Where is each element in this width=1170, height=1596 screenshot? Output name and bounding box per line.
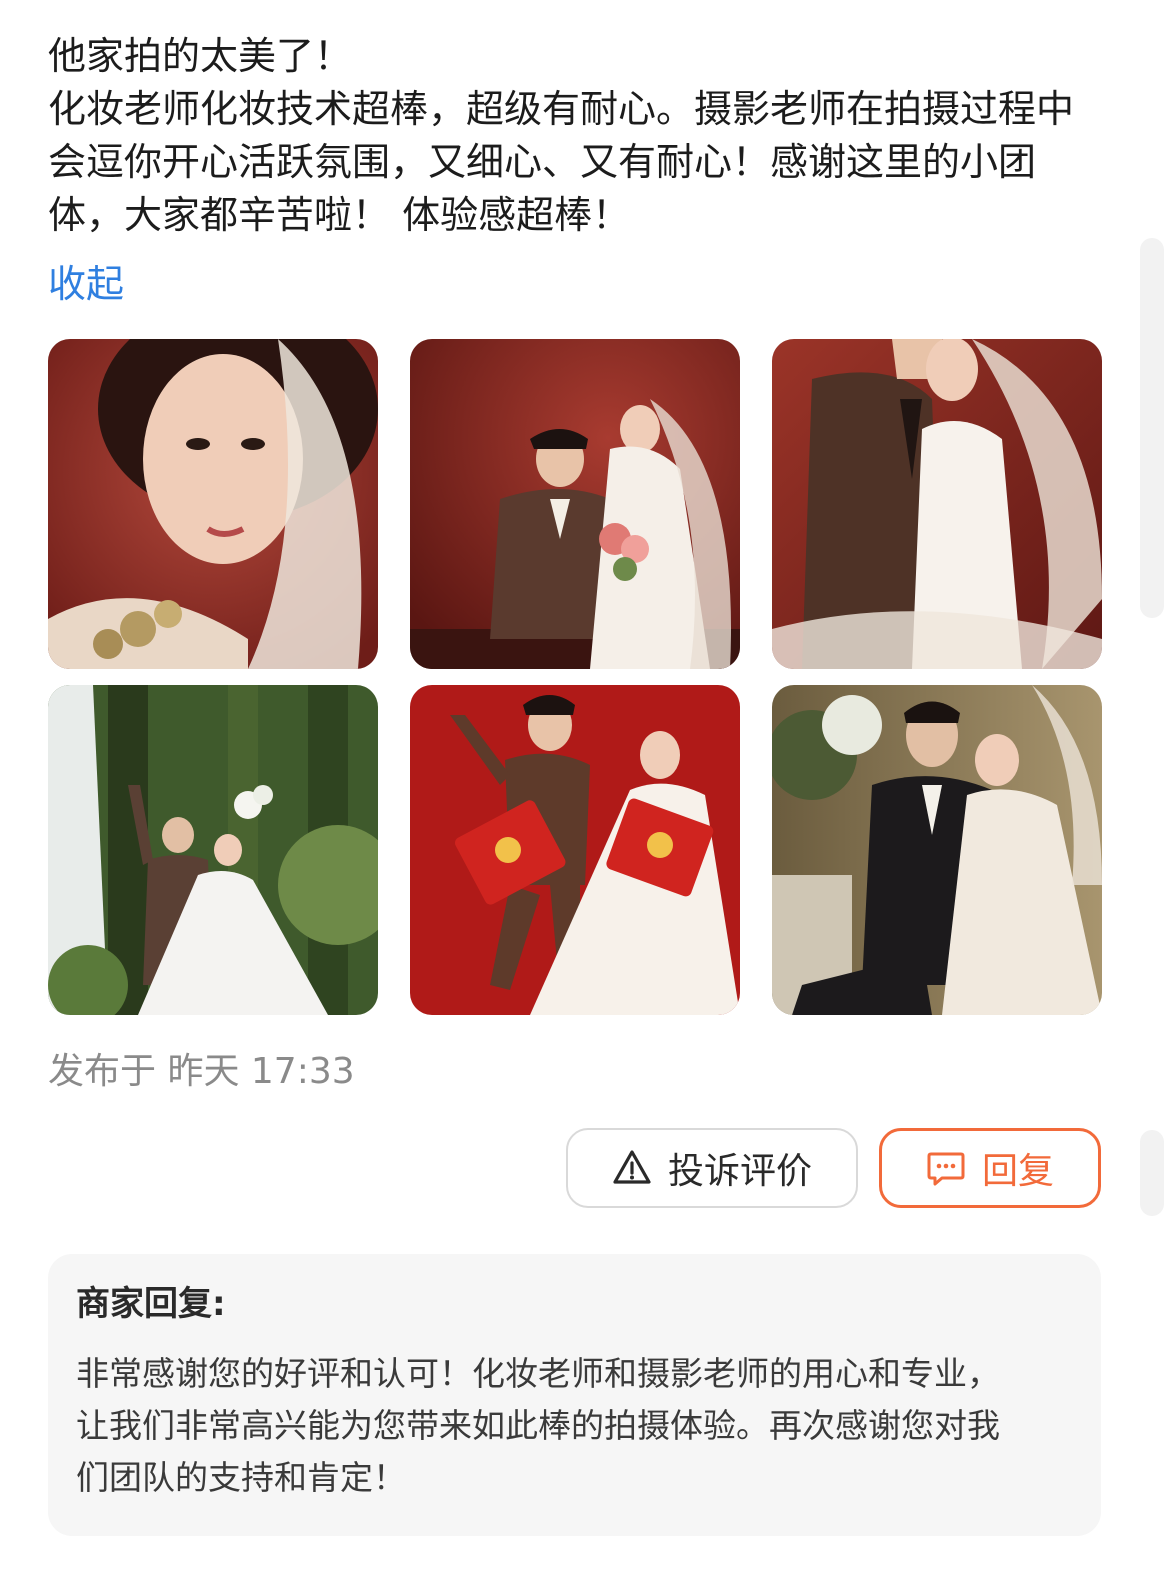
merchant-reply-line: 们团队的支持和肯定！	[76, 1458, 406, 1497]
review-content: 他家拍的太美了！ 化妆老师化妆技术超棒，超级有耐心。摄影老师在拍摄过程中 会逗你…	[48, 30, 1118, 242]
chat-bubble-icon	[927, 1152, 965, 1186]
reply-button-label: 回复	[981, 1151, 1054, 1192]
bride-portrait-image	[48, 339, 378, 669]
merchant-reply-box: 商家回复: 非常感谢您的好评和认可！化妆老师和摄影老师的用心和专业， 让我们非常…	[48, 1254, 1101, 1536]
report-review-button[interactable]: 投诉评价	[566, 1128, 858, 1208]
couple-forest-image	[48, 685, 378, 1015]
merchant-reply-line: 让我们非常高兴能为您带来如此棒的拍摄体验。再次感谢您对我	[76, 1406, 1000, 1445]
review-line: 会逗你开心活跃氛围，又细心、又有耐心！感谢这里的小团	[48, 140, 1037, 184]
merchant-reply-title: 商家回复:	[76, 1284, 226, 1324]
couple-seated-image	[410, 339, 740, 669]
review-photo-4[interactable]	[48, 685, 378, 1015]
review-line: 体，大家都辛苦啦！ 体验感超棒！	[48, 193, 631, 237]
couple-embrace-image	[772, 339, 1102, 669]
publish-time: 发布于 昨天 17:33	[48, 1051, 355, 1092]
photo-grid	[48, 339, 1102, 1015]
merchant-reply-line: 非常感谢您的好评和认可！化妆老师和摄影老师的用心和专业，	[76, 1354, 1000, 1393]
warning-triangle-icon	[613, 1150, 651, 1184]
review-line: 化妆老师化妆技术超棒，超级有耐心。摄影老师在拍摄过程中	[48, 87, 1075, 131]
couple-suit-image	[772, 685, 1102, 1015]
reply-button[interactable]: 回复	[879, 1128, 1101, 1208]
report-button-label: 投诉评价	[667, 1151, 812, 1192]
review-photo-6[interactable]	[772, 685, 1102, 1015]
review-photo-2[interactable]	[410, 339, 740, 669]
review-photo-3[interactable]	[772, 339, 1102, 669]
scrollbar-track	[1140, 238, 1164, 618]
scrollbar-track-lower	[1140, 1130, 1164, 1216]
couple-certificate-image	[410, 685, 740, 1015]
review-photo-1[interactable]	[48, 339, 378, 669]
review-photo-5[interactable]	[410, 685, 740, 1015]
review-line: 他家拍的太美了！	[48, 34, 353, 78]
collapse-link[interactable]: 收起	[48, 258, 124, 310]
